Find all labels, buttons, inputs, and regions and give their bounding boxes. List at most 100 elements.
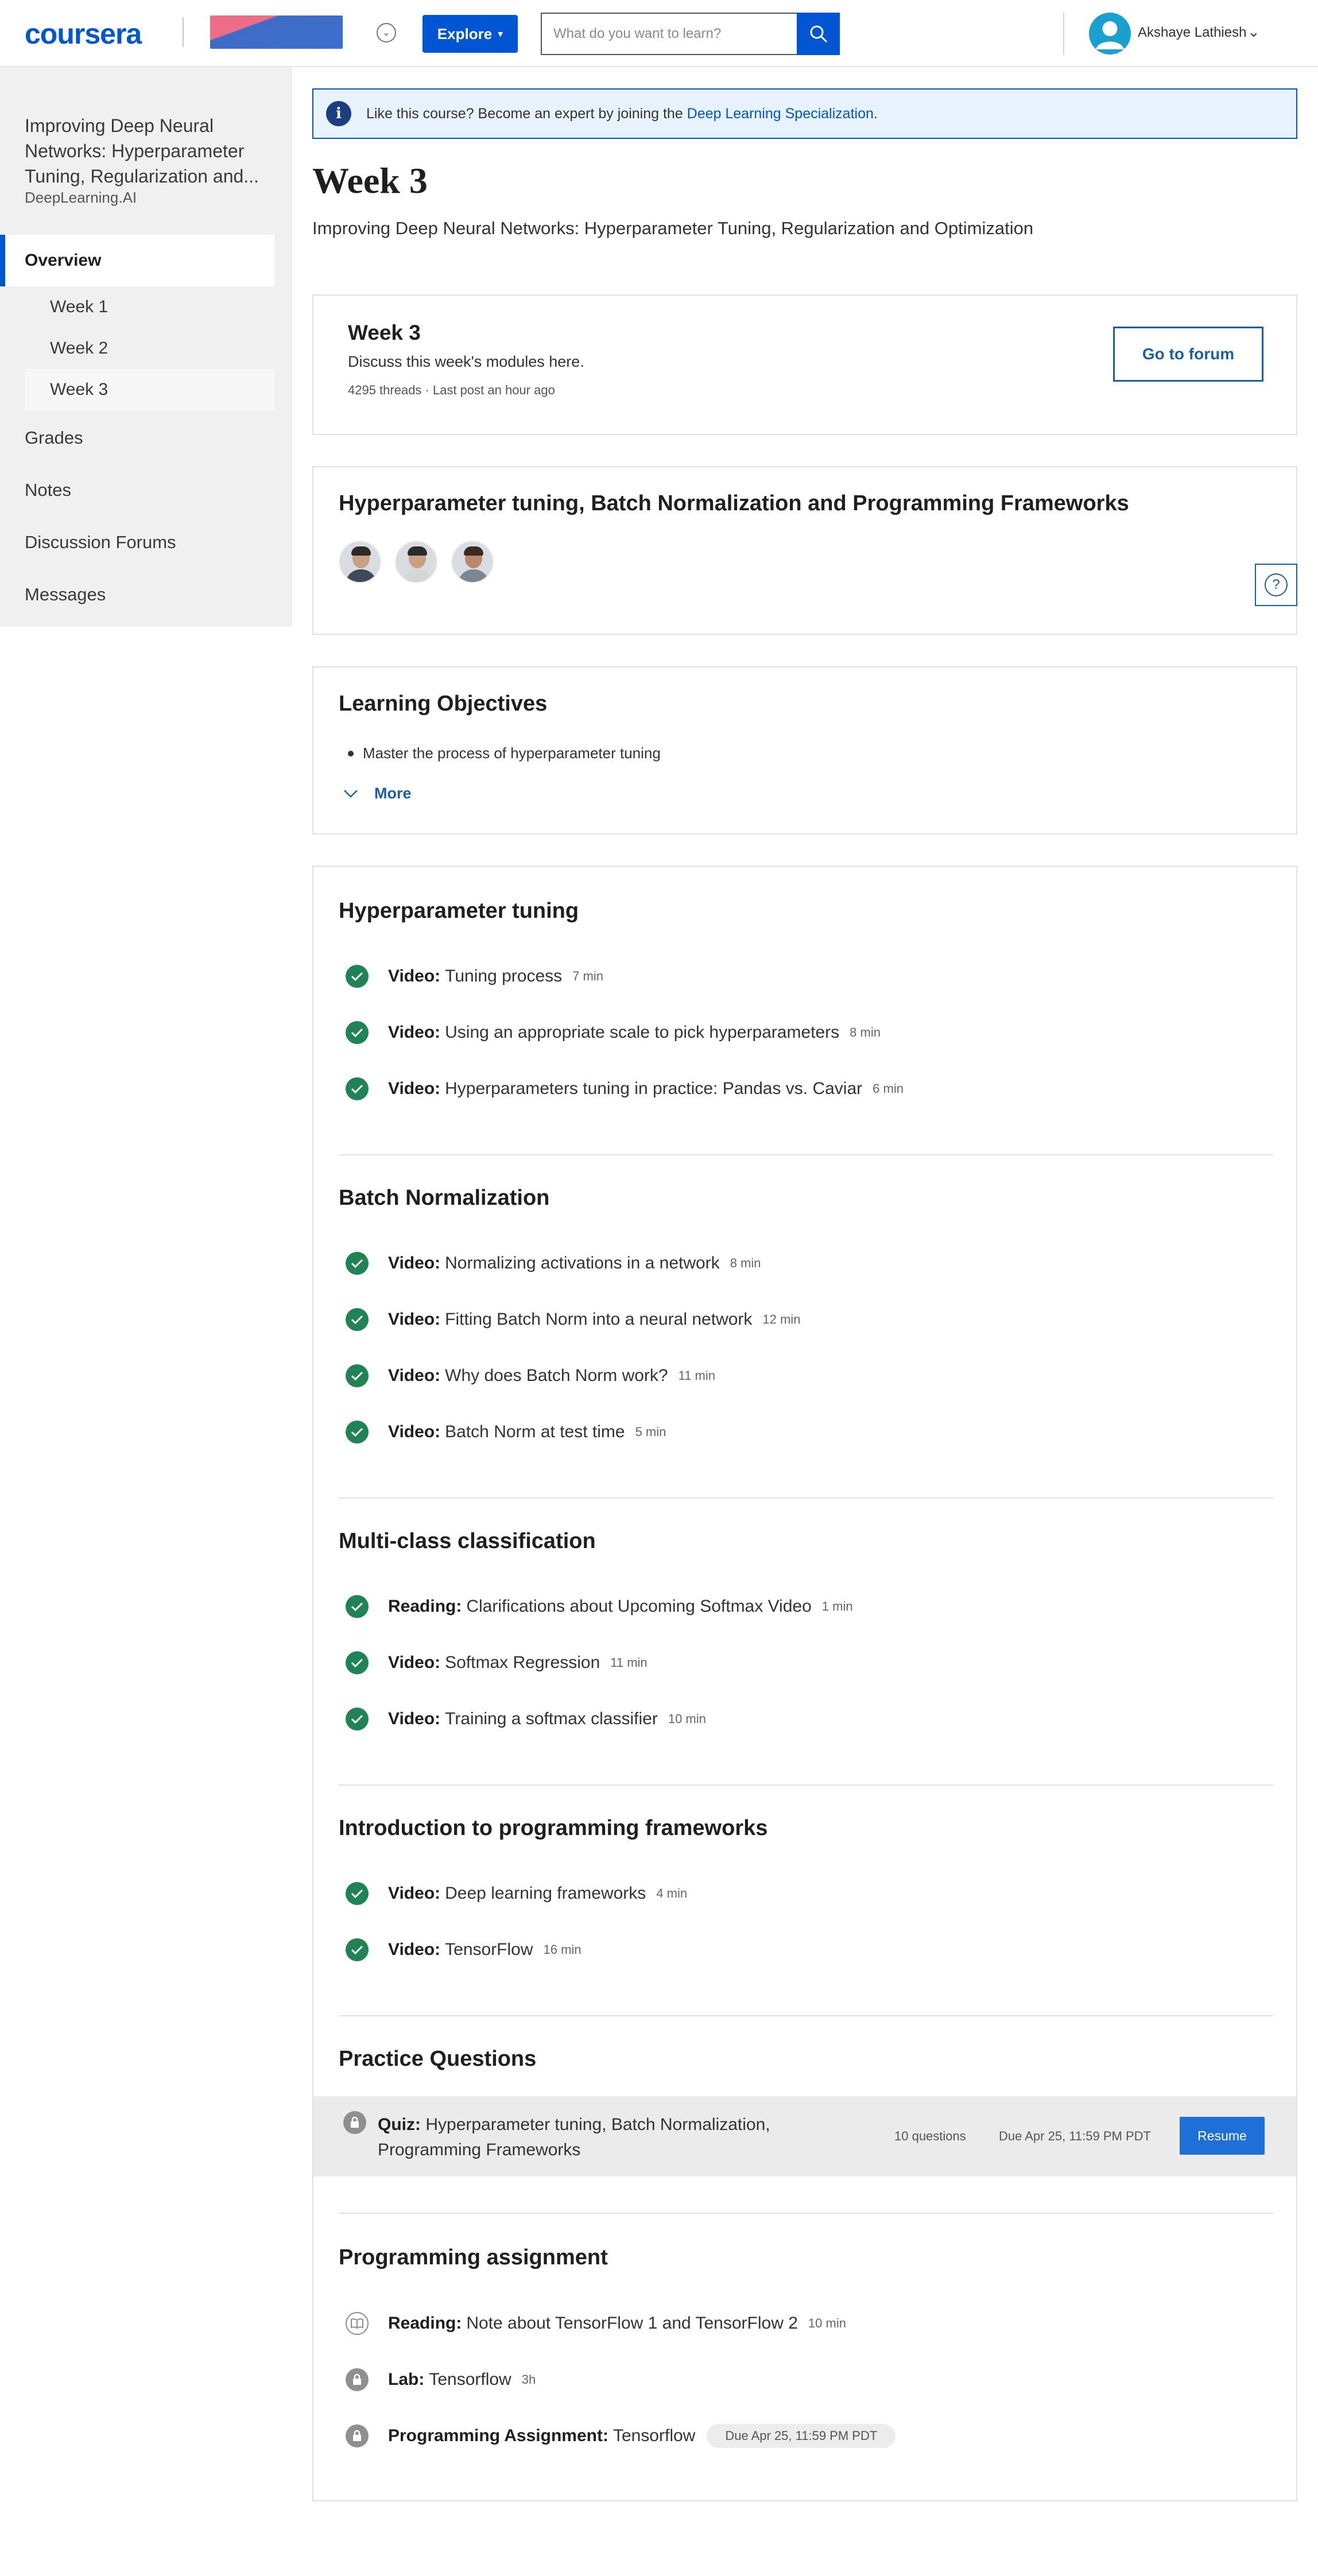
item-duration: 7 min [572, 969, 603, 983]
objective-item: Master the process of hyperparameter tun… [348, 744, 661, 762]
section-title: Hyperparameter tuning [339, 899, 579, 923]
item-name: Training a softmax classifier [445, 1709, 658, 1728]
item-name: Batch Norm at test time [445, 1422, 625, 1441]
item-name: Deep learning frameworks [445, 1884, 646, 1903]
item-name: Clarifications about Upcoming Softmax Vi… [466, 1597, 812, 1616]
sidebar-item-week-1[interactable]: Week 1 [25, 286, 274, 328]
more-label: More [374, 785, 412, 802]
user-icon [1096, 21, 1124, 49]
sidebar-item-overview[interactable]: Overview [0, 235, 274, 286]
check-icon [346, 1595, 369, 1618]
check-icon [346, 1252, 369, 1275]
item-type: Video: [388, 1023, 441, 1042]
due-date-badge: Due Apr 25, 11:59 PM PDT [707, 2424, 896, 2448]
item-type: Video: [388, 1310, 441, 1329]
item-type: Video: [388, 967, 441, 986]
lesson-item[interactable]: Video: Tuning process 7 min [346, 963, 603, 990]
lesson-item[interactable]: Reading: Note about TensorFlow 1 and Ten… [346, 2310, 846, 2337]
lesson-item[interactable]: Video: Using an appropriate scale to pic… [346, 1019, 881, 1046]
check-icon [346, 1364, 369, 1387]
page-title: Week 3 [312, 160, 428, 201]
item-type: Reading: [388, 2314, 462, 2333]
check-icon [346, 1308, 369, 1331]
course-title[interactable]: Improving Deep Neural Networks: Hyperpar… [25, 113, 266, 189]
info-icon: i [326, 101, 351, 126]
item-type: Lab: [388, 2370, 425, 2389]
item-name: Tensorflow [613, 2426, 696, 2445]
item-type: Video: [388, 1709, 441, 1728]
item-name: Softmax Regression [445, 1653, 600, 1672]
item-type: Video: [388, 1079, 441, 1098]
lesson-item[interactable]: Video: Fitting Batch Norm into a neural … [346, 1306, 800, 1333]
learning-objectives-card: Learning Objectives Master the process o… [312, 666, 1297, 835]
item-type: Video: [388, 1940, 441, 1959]
lesson-item[interactable]: Video: TensorFlow 16 min [346, 1936, 582, 1964]
lesson-item[interactable]: Programming Assignment: Tensorflow Due A… [346, 2422, 896, 2450]
instructor-avatar[interactable] [395, 541, 437, 583]
sidebar-item-week-2[interactable]: Week 2 [25, 328, 274, 369]
lesson-item[interactable]: Video: Hyperparameters tuning in practic… [346, 1075, 904, 1103]
sidebar-item-notes[interactable]: Notes [25, 480, 71, 501]
item-name: Tensorflow [429, 2370, 511, 2389]
lesson-item[interactable]: Video: Training a softmax classifier 10 … [346, 1705, 706, 1733]
item-duration: 4 min [656, 1886, 688, 1900]
lesson-item[interactable]: Video: Batch Norm at test time 5 min [346, 1418, 666, 1446]
search-icon [810, 25, 827, 43]
check-icon [346, 1708, 369, 1731]
item-duration: 3h [521, 2372, 536, 2387]
lesson-item[interactable]: Video: Deep learning frameworks 4 min [346, 1880, 687, 1907]
header-divider [1063, 13, 1064, 55]
search-input[interactable]: What do you want to learn? [541, 13, 798, 55]
sidebar: Improving Deep Neural Networks: Hyperpar… [0, 67, 292, 627]
forum-meta: 4295 threads · Last post an hour ago [348, 383, 555, 397]
help-button[interactable]: ? [1255, 564, 1297, 606]
sidebar-item-discussion-forums[interactable]: Discussion Forums [25, 532, 176, 553]
quiz-due-date: Due Apr 25, 11:59 PM PDT [999, 2129, 1151, 2143]
forum-title: Week 3 [348, 321, 421, 344]
specialization-link[interactable]: Deep Learning Specialization [687, 106, 874, 122]
item-name: Note about TensorFlow 1 and TensorFlow 2 [466, 2314, 798, 2333]
check-icon [346, 1882, 369, 1905]
quiz-row[interactable]: Quiz: Hyperparameter tuning, Batch Norma… [313, 2096, 1296, 2177]
coursera-logo[interactable]: coursera [25, 17, 142, 51]
search-button[interactable] [797, 13, 840, 55]
go-to-forum-button[interactable]: Go to forum [1113, 327, 1263, 382]
help-icon: ? [1265, 573, 1288, 596]
instructor-avatar[interactable] [339, 541, 381, 583]
lesson-item[interactable]: Video: Why does Batch Norm work? 11 min [346, 1362, 715, 1390]
item-duration: 10 min [668, 1712, 706, 1726]
check-icon [346, 1021, 369, 1044]
chevron-down-icon[interactable]: ⌄ [377, 23, 396, 42]
sidebar-item-week-3[interactable]: Week 3 [25, 369, 274, 410]
more-toggle[interactable]: More [343, 785, 412, 802]
chevron-down-icon: ▾ [498, 28, 503, 40]
resume-button[interactable]: Resume [1180, 2117, 1265, 2155]
module-title: Hyperparameter tuning, Batch Normalizati… [339, 491, 1129, 515]
chevron-down-icon[interactable]: ⌄ [1247, 23, 1260, 41]
user-avatar[interactable] [1089, 13, 1131, 55]
sidebar-item-messages[interactable]: Messages [25, 584, 106, 605]
check-icon [346, 965, 369, 988]
objective-text: Master the process of hyperparameter tun… [363, 744, 661, 762]
user-name[interactable]: Akshaye Lathiesh [1138, 25, 1246, 41]
item-name: Hyperparameter tuning, Batch Normalizati… [378, 2115, 770, 2159]
item-duration: 11 min [610, 1655, 648, 1670]
lesson-item[interactable]: Video: Softmax Regression 11 min [346, 1649, 648, 1677]
instructor-list [339, 541, 494, 583]
lesson-item[interactable]: Lab: Tensorflow 3h [346, 2366, 536, 2393]
item-name: Tuning process [445, 967, 563, 986]
banner-text: Like this course? Become an expert by jo… [366, 105, 687, 122]
bullet-icon [348, 750, 354, 756]
instructor-avatar[interactable] [451, 541, 494, 583]
explore-button[interactable]: Explore ▾ [422, 15, 518, 53]
specialization-banner: i Like this course? Become an expert by … [312, 88, 1297, 139]
sidebar-item-grades[interactable]: Grades [25, 428, 83, 448]
item-name: Normalizing activations in a network [445, 1254, 720, 1273]
item-type: Video: [388, 1884, 441, 1903]
chevron-down-icon [344, 789, 358, 798]
lesson-item[interactable]: Video: Normalizing activations in a netw… [346, 1250, 761, 1277]
lesson-item[interactable]: Reading: Clarifications about Upcoming S… [346, 1593, 853, 1620]
partner-banner-image[interactable] [210, 15, 343, 49]
item-type: Video: [388, 1366, 441, 1385]
item-duration: 10 min [808, 2316, 846, 2330]
